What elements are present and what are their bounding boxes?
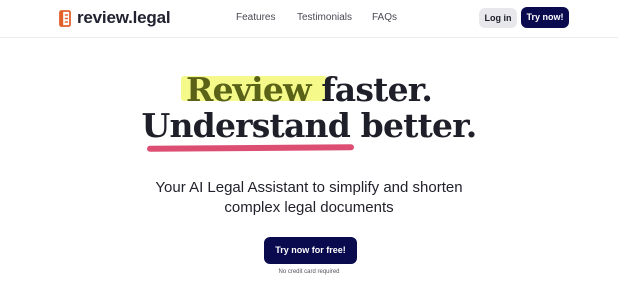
headline-line-2: Understand better. xyxy=(141,106,478,145)
nav-link-faqs[interactable]: FAQs xyxy=(372,11,397,25)
cta-note: No credit card required xyxy=(278,269,340,275)
nav-divider xyxy=(0,37,618,38)
try-free-button[interactable]: Try now for free! xyxy=(264,237,357,264)
login-button[interactable]: Log in xyxy=(479,8,517,28)
hero-subtitle: Your AI Legal Assistant to simplify and … xyxy=(155,179,463,216)
top-nav: review.legal Features Testimonials FAQs … xyxy=(0,0,618,36)
nav-link-features[interactable]: Features xyxy=(236,11,275,25)
landing-page: review.legal Features Testimonials FAQs … xyxy=(0,0,618,281)
try-now-button[interactable]: Try now! xyxy=(521,7,569,28)
nav-link-testimonials[interactable]: Testimonials xyxy=(297,11,352,25)
